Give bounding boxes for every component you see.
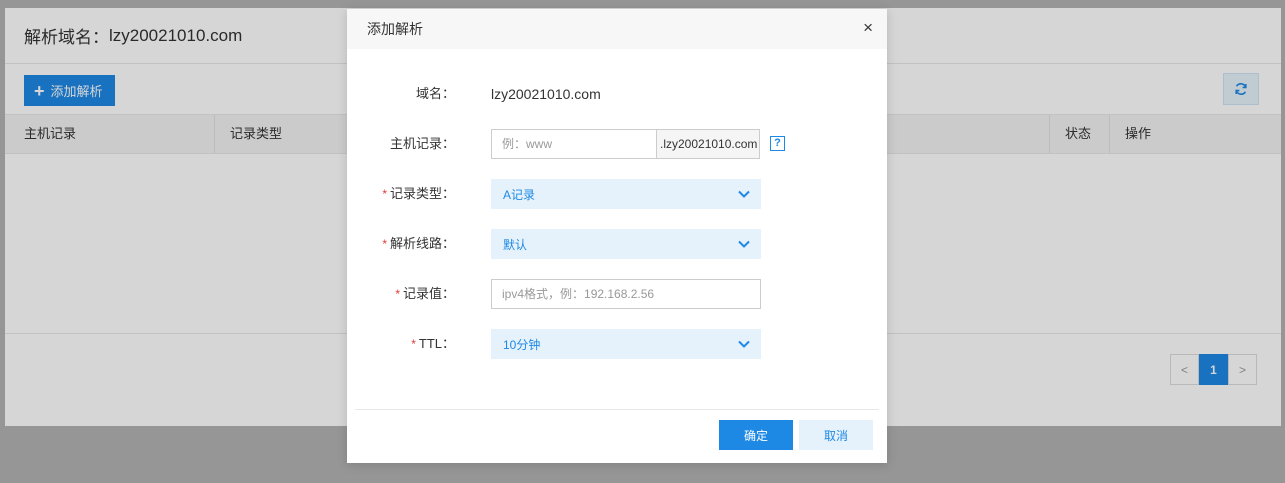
domain-suffix: .lzy20021010.com (656, 129, 760, 159)
close-icon[interactable]: × (863, 18, 873, 38)
record-type-label: * 记录类型： (382, 179, 455, 209)
record-value-row: * 记录值： (347, 279, 887, 309)
line-label: * 解析线路： (382, 229, 455, 259)
confirm-button[interactable]: 确定 (719, 420, 793, 450)
line-select[interactable]: 默认 (491, 229, 761, 259)
ttl-row: * TTL： 10分钟 (347, 329, 887, 359)
chevron-down-icon (738, 190, 750, 198)
ttl-select[interactable]: 10分钟 (491, 329, 761, 359)
record-type-label-text: 记录类型： (389, 186, 455, 201)
record-value-input[interactable] (491, 279, 761, 309)
host-record-input[interactable] (491, 129, 656, 159)
add-record-dialog: 添加解析 × 域名： lzy20021010.com 主机记录： .lzy200… (347, 9, 887, 463)
record-type-row: * 记录类型： A记录 (347, 179, 887, 209)
record-type-select[interactable]: A记录 (491, 179, 761, 209)
domain-label: 域名： (415, 86, 455, 101)
ttl-value: 10分钟 (503, 337, 541, 352)
domain-value: lzy20021010.com (491, 86, 601, 102)
dialog-title: 添加解析 (367, 21, 423, 37)
line-value: 默认 (503, 237, 528, 252)
line-row: * 解析线路： 默认 (347, 229, 887, 259)
ttl-label: * TTL： (411, 329, 455, 359)
record-value-label-text: 记录值： (402, 286, 455, 301)
help-icon[interactable]: ? (770, 136, 785, 151)
required-mark: * (382, 237, 387, 251)
dialog-header: 添加解析 × (347, 9, 887, 49)
chevron-down-icon (738, 340, 750, 348)
domain-row: 域名： lzy20021010.com (347, 79, 887, 109)
required-mark: * (382, 187, 387, 201)
host-row: 主机记录： .lzy20021010.com ? (347, 129, 887, 159)
required-mark: * (411, 337, 416, 351)
record-value-label: * 记录值： (395, 279, 455, 309)
footer-divider (355, 409, 879, 410)
host-label: 主机记录： (389, 136, 455, 151)
record-type-value: A记录 (503, 187, 536, 202)
chevron-down-icon (738, 240, 750, 248)
line-label-text: 解析线路： (389, 236, 455, 251)
cancel-button[interactable]: 取消 (799, 420, 873, 450)
required-mark: * (395, 287, 400, 301)
ttl-label-text: TTL： (418, 336, 455, 351)
